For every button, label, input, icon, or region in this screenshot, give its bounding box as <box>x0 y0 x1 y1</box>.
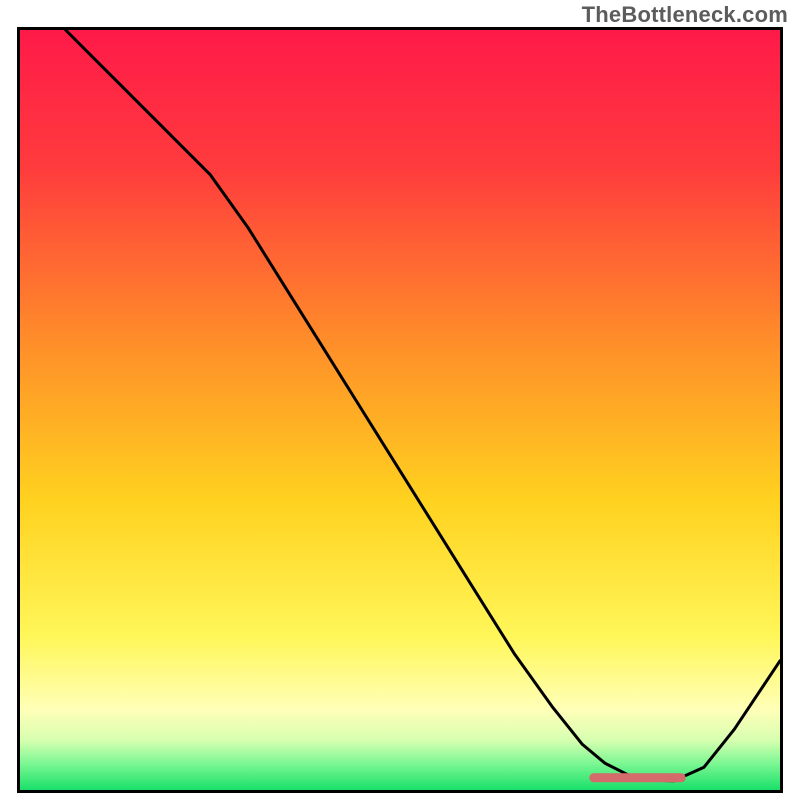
plot-svg <box>20 30 780 790</box>
gradient-background <box>20 30 780 790</box>
plot-area <box>17 27 783 793</box>
chart-stage: TheBottleneck.com <box>0 0 800 800</box>
watermark-text: TheBottleneck.com <box>582 2 788 28</box>
